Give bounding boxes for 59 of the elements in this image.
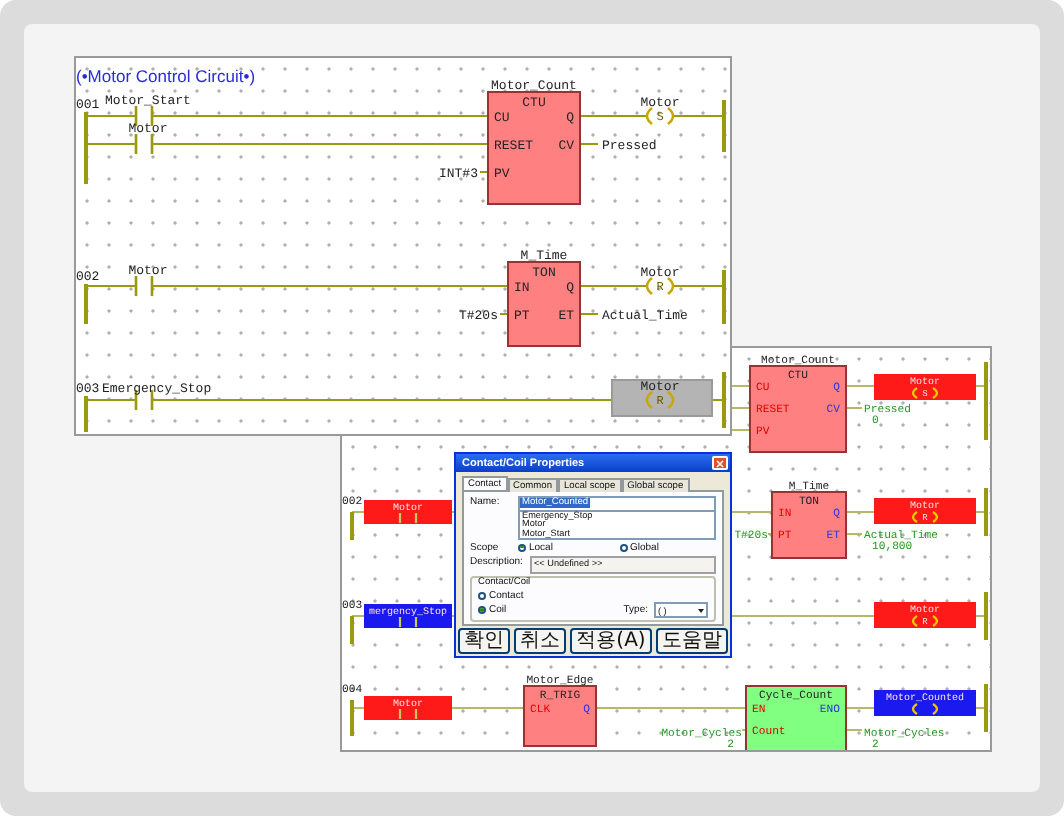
function-block[interactable] bbox=[745, 685, 847, 750]
coil-icon[interactable] bbox=[645, 276, 675, 296]
function-block[interactable] bbox=[487, 91, 581, 205]
wire bbox=[845, 407, 863, 409]
wire bbox=[579, 313, 599, 315]
wire bbox=[579, 143, 599, 145]
radio-button[interactable] bbox=[518, 543, 526, 551]
wire bbox=[579, 115, 647, 117]
contact-box[interactable] bbox=[364, 604, 452, 628]
wire bbox=[673, 115, 725, 117]
radio-button[interactable] bbox=[478, 591, 486, 599]
coil-icon bbox=[911, 510, 939, 524]
close-icon bbox=[716, 459, 724, 467]
coil-box[interactable] bbox=[874, 374, 976, 400]
wire bbox=[729, 429, 751, 431]
coil-box[interactable] bbox=[874, 602, 976, 628]
wire bbox=[85, 115, 137, 117]
caret-icon bbox=[696, 605, 706, 615]
wire bbox=[579, 285, 647, 287]
coil-icon[interactable] bbox=[645, 106, 675, 126]
function-block[interactable] bbox=[523, 685, 597, 747]
wire bbox=[845, 707, 875, 709]
contact-box[interactable] bbox=[364, 500, 452, 524]
dialog-button[interactable]: 확인 bbox=[458, 628, 511, 654]
wire bbox=[351, 511, 365, 513]
radio-button[interactable] bbox=[478, 606, 486, 614]
wire bbox=[731, 615, 875, 617]
coil-icon[interactable] bbox=[645, 390, 675, 410]
contact-icon bbox=[398, 615, 418, 629]
wire bbox=[673, 285, 725, 287]
contact-box[interactable] bbox=[364, 696, 452, 720]
coil-box[interactable] bbox=[874, 498, 976, 524]
wire bbox=[845, 385, 875, 387]
contact-icon bbox=[398, 707, 418, 721]
contact-icon bbox=[398, 511, 418, 525]
wire bbox=[85, 285, 137, 287]
close-button[interactable] bbox=[712, 456, 728, 470]
dialog-button[interactable]: 취소 bbox=[514, 628, 567, 654]
coil-box[interactable] bbox=[874, 690, 976, 716]
wire bbox=[351, 615, 365, 617]
wire bbox=[845, 533, 863, 535]
wire bbox=[85, 399, 137, 401]
function-block[interactable] bbox=[749, 365, 847, 453]
circuit-title: (•Motor Control Circuit•) bbox=[76, 66, 256, 86]
wire bbox=[451, 707, 525, 709]
coil-icon bbox=[911, 386, 939, 400]
wire bbox=[731, 511, 773, 513]
wire bbox=[729, 385, 751, 387]
coil-icon bbox=[911, 702, 939, 716]
dialog-button[interactable]: 도움말 bbox=[655, 628, 728, 654]
radio-button[interactable] bbox=[619, 543, 627, 551]
wire bbox=[729, 407, 751, 409]
wire bbox=[85, 143, 137, 145]
wire bbox=[845, 729, 863, 731]
function-block[interactable] bbox=[507, 261, 581, 347]
wire bbox=[845, 511, 875, 513]
dialog-button[interactable]: 적용(A) bbox=[570, 628, 652, 654]
function-block[interactable] bbox=[771, 491, 847, 559]
coil-icon bbox=[911, 614, 939, 628]
